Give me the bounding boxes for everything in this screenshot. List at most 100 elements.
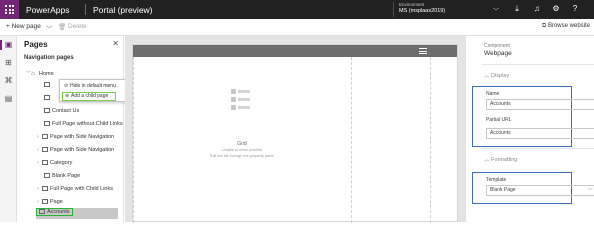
tree-item-label: Contact Us (52, 108, 80, 114)
grid-message: Unable to show preview (221, 148, 263, 152)
section-label: Formatting (491, 157, 518, 163)
gear-icon[interactable]: ⚙ (550, 4, 562, 13)
template-value: Blank Page (490, 187, 516, 193)
home-icon: ⌂ (31, 71, 35, 77)
tree-item-home[interactable]: ﹀⌂ Home (26, 70, 54, 80)
properties-panel: Component Webpage ︿ Display Name Account… (472, 36, 594, 222)
portal-title: Portal (preview) (93, 5, 153, 15)
divider (482, 64, 594, 65)
app-name[interactable]: PowerApps (26, 5, 69, 15)
component-value: Webpage (484, 50, 512, 57)
name-label: Name (486, 91, 500, 97)
chevron-up-icon: ︿ (484, 73, 492, 79)
chevron-down-icon: ﹀ (587, 188, 593, 194)
tree-item-label: Page with Side Navigation (50, 134, 115, 140)
formatting-section-header[interactable]: ︿ Formatting (484, 155, 517, 163)
selected-page-highlight: Accounts (36, 208, 73, 216)
components-icon[interactable]: ⊞ (3, 58, 14, 68)
help-icon[interactable]: ? (569, 4, 581, 13)
canvas-area: Grid Unable to show preview Edit the lis… (125, 36, 465, 223)
grid-hint: Edit the list through the property panel (209, 154, 275, 158)
page-icon (39, 209, 45, 214)
themes-icon[interactable]: ⌘ (3, 76, 14, 86)
display-section-header[interactable]: ︿ Display (484, 71, 509, 79)
name-field[interactable]: Accounts (486, 99, 594, 110)
partial-url-field[interactable]: Accounts (486, 128, 594, 139)
pages-title: Pages (24, 40, 48, 49)
tree-item-page-with-side-navigation[interactable]: › Page with Side Navigation (37, 147, 114, 157)
hamburger-icon[interactable] (419, 48, 427, 54)
context-menu: ⊘ Hide in default menu ⊕ Add a child page (59, 79, 126, 102)
tree-item-full-page-with-child-links[interactable]: › Full Page with Child Links (37, 186, 113, 196)
page-icon (44, 121, 50, 126)
preview-header (133, 45, 457, 57)
page-preview[interactable]: Grid Unable to show preview Edit the lis… (132, 44, 458, 223)
page-icon (42, 160, 48, 165)
tree-item-blank-page[interactable]: Blank Page (44, 173, 80, 183)
tree-item-contact-us[interactable]: Contact Us (44, 108, 79, 118)
tree-item-category[interactable]: › Category (37, 160, 72, 170)
hide-in-default-menu-item[interactable]: ⊘ Hide in default menu (62, 82, 116, 91)
bell-icon[interactable]: ♫ (531, 4, 543, 13)
page-icon (42, 147, 48, 152)
tree-item-label: Page with Side Navigation (50, 147, 115, 153)
template-label: Template (486, 177, 507, 183)
tree-item-full-page-without-child-links[interactable]: Full Page without Child Links (44, 121, 123, 131)
tree-item-label: Full Page with Child Links (50, 186, 113, 192)
column-guide (351, 57, 352, 223)
browse-website-label: Browse website (547, 23, 590, 29)
grid-placeholder-icon (231, 89, 251, 111)
environment-value: MS (msplaax2019) (399, 8, 446, 14)
delete-icon: 🗑 (58, 24, 67, 31)
close-icon[interactable]: ✕ (112, 39, 119, 48)
section-label: Display (491, 73, 510, 79)
command-bar: + New page ﹀ 🗑 Delete ⧉ Browse website (0, 19, 594, 36)
pages-panel: Pages ✕ Navigation pages ﹀⌂ Home Contact … (18, 36, 124, 222)
page-icon (44, 173, 50, 178)
chevron-down-icon[interactable]: ﹀ (46, 23, 53, 33)
active-indicator (0, 40, 2, 50)
column-guide (133, 57, 134, 223)
divider (482, 148, 594, 149)
tree-item-accounts[interactable]: Accounts (36, 208, 118, 219)
environment-label: Environment (399, 2, 425, 7)
tree-item-label: Full Page without Child Links (52, 121, 123, 127)
tree-item[interactable] (44, 95, 52, 105)
title-divider (85, 4, 86, 15)
page-icon (44, 95, 50, 100)
chevron-up-icon: ︿ (484, 157, 492, 163)
template-dropdown[interactable]: Blank Page ﹀ (486, 185, 594, 196)
waffle-icon (5, 5, 14, 14)
page-icon (44, 108, 50, 113)
page-icon (42, 186, 48, 191)
menu-item-label: Add a child page (71, 93, 109, 99)
pages-icon[interactable]: ▣ (3, 40, 14, 50)
column-guide (430, 57, 431, 223)
partial-url-label: Partial URL (486, 117, 512, 123)
menu-item-label: Hide in default menu (70, 83, 116, 89)
browse-website-button[interactable]: ⧉ Browse website (542, 23, 590, 30)
templates-icon[interactable]: ▤ (3, 94, 14, 104)
page-icon (44, 82, 50, 87)
tree-item-page-with-side-navigation[interactable]: › Page with Side Navigation (37, 134, 114, 144)
tree-item[interactable] (44, 82, 52, 92)
navigation-pages-label: Navigation pages (24, 55, 74, 61)
new-page-button[interactable]: + New page (6, 23, 41, 30)
tree-item-label: Blank Page (52, 173, 81, 179)
add-child-page-item[interactable]: ⊕ Add a child page (62, 92, 116, 101)
left-rail: ▣ ⊞ ⌘ ▤ (0, 36, 17, 222)
tree-item-label: Accounts (47, 209, 70, 215)
component-label: Component (484, 43, 510, 49)
grid-title: Grid (237, 141, 247, 147)
environment-picker[interactable]: Environment MS (msplaax2019) ﹀ (393, 2, 503, 17)
top-bar: PowerApps Portal (preview) Environment M… (0, 0, 594, 19)
page-icon (42, 199, 48, 204)
download-icon[interactable]: ⤓ (511, 4, 523, 14)
tree-item-label: Home (39, 71, 54, 77)
page-icon (42, 134, 48, 139)
delete-button[interactable]: Delete (68, 23, 87, 30)
tree-item-label: Page (50, 199, 63, 205)
chevron-down-icon: ﹀ (492, 9, 499, 15)
app-launcher-button[interactable] (0, 0, 19, 19)
tree-item-label: Category (50, 160, 73, 166)
